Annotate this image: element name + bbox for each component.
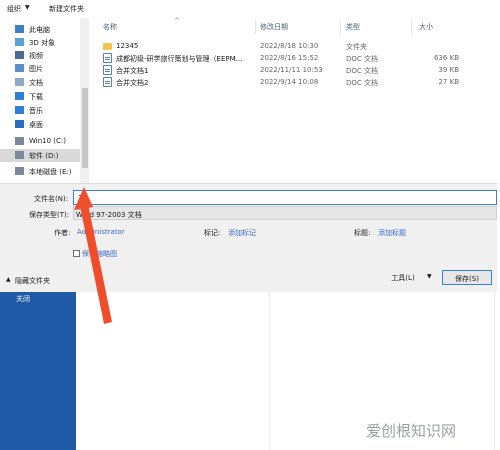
nav-item-label: 本地磁盘 (E:) xyxy=(29,168,72,176)
file-row[interactable]: 12345 2022/8/18 10:30 文件夹 xyxy=(89,40,497,52)
nav-item[interactable]: 桌面 xyxy=(0,118,80,131)
nav-item[interactable]: 图片 xyxy=(0,62,80,75)
doc-file-icon xyxy=(103,65,112,75)
nav-item[interactable]: 此电脑 xyxy=(0,23,80,36)
nav-item-label: 图片 xyxy=(29,65,43,73)
column-header-modified[interactable]: 修改日期 xyxy=(260,22,288,32)
file-date: 2022/8/18 10:30 xyxy=(260,42,319,50)
document-icon xyxy=(15,78,24,86)
chevron-down-icon[interactable]: ▼ xyxy=(427,273,432,280)
add-tags-link[interactable]: 添加标记 xyxy=(228,228,256,238)
file-date: 2022/8/16 15:52 xyxy=(260,54,319,62)
nav-scrollbar-thumb[interactable] xyxy=(82,88,88,168)
nav-item[interactable]: 音乐 xyxy=(0,104,80,117)
sort-ascending-icon: ^ xyxy=(174,17,180,25)
new-folder-button[interactable]: 新建文件夹 xyxy=(49,4,84,14)
nav-item-label: 软件 (D:) xyxy=(29,152,59,160)
column-separator[interactable] xyxy=(411,20,412,34)
nav-item-label: 视频 xyxy=(29,52,43,60)
annotation-arrow xyxy=(74,187,112,324)
column-header-type[interactable]: 类型 xyxy=(346,22,360,32)
nav-item-label: 文档 xyxy=(29,79,43,87)
save-button[interactable]: 保存(S) xyxy=(442,270,492,285)
drive-icon xyxy=(15,137,24,145)
music-icon xyxy=(15,106,24,114)
column-header-size[interactable]: 大小 xyxy=(419,22,433,32)
column-header-name[interactable]: 名称 xyxy=(103,22,117,32)
navigation-pane: 此电脑 3D 对象视频图片文档下载音乐桌面 Win10 (C:) 软件 (D:) 本地磁… xyxy=(0,18,89,183)
file-name: 合并文档1 xyxy=(116,67,149,75)
file-type: DOC 文档 xyxy=(346,55,379,63)
file-name: 12345 xyxy=(116,42,139,50)
file-size: 636 KB xyxy=(434,54,459,62)
nav-item[interactable]: 软件 (D:) xyxy=(0,149,80,162)
file-date: 2022/9/14 10:08 xyxy=(260,78,319,86)
dialog-toolbar: 组织 ▼ 新建文件夹 xyxy=(0,0,497,18)
folder-icon xyxy=(103,43,112,50)
column-separator[interactable] xyxy=(340,20,341,34)
tags-label: 标记: xyxy=(204,229,221,237)
column-separator[interactable] xyxy=(255,20,256,34)
chevron-up-icon[interactable]: ▲ xyxy=(6,276,11,283)
nav-item[interactable]: Win10 (C:) xyxy=(0,135,80,148)
download-icon xyxy=(15,92,24,100)
nav-item[interactable]: 下载 xyxy=(0,90,80,103)
cube-icon xyxy=(15,38,24,46)
doc-file-icon xyxy=(103,77,112,87)
nav-item[interactable]: 3D 对象 xyxy=(0,36,80,49)
nav-item[interactable]: 视频 xyxy=(0,49,80,62)
file-name: 合并文档2 xyxy=(116,79,149,87)
file-size: 27 KB xyxy=(438,78,459,86)
watermark: 爱创根知识网 xyxy=(366,422,457,440)
file-date: 2022/11/11 10:53 xyxy=(260,66,323,74)
nav-item-label: 3D 对象 xyxy=(29,39,56,47)
chevron-down-icon[interactable]: ▼ xyxy=(25,4,30,11)
nav-item[interactable]: 本地磁盘 (E:) xyxy=(0,165,80,178)
file-type: 文件夹 xyxy=(346,43,367,51)
nav-item[interactable]: 文档 xyxy=(0,76,80,89)
desktop-icon xyxy=(15,120,24,128)
title-label: 标题: xyxy=(354,229,371,237)
backstage-close-item[interactable]: 关闭 xyxy=(16,294,30,304)
file-row[interactable]: 合并文档2 2022/9/14 10:08 DOC 文档 27 KB xyxy=(89,76,497,88)
nav-item-label: 桌面 xyxy=(29,121,43,129)
file-row[interactable]: 合并文档1 2022/11/11 10:53 DOC 文档 39 KB xyxy=(89,64,497,76)
nav-item-label: Win10 (C:) xyxy=(29,137,66,145)
file-list: 名称 ^ 修改日期 类型 大小 12345 2022/8/18 10:30 文件夹成… xyxy=(89,17,497,183)
organize-button[interactable]: 组织 xyxy=(7,4,21,14)
computer-icon xyxy=(15,25,24,33)
tools-button[interactable]: 工具(L) xyxy=(390,270,416,285)
drive-icon xyxy=(15,167,24,175)
file-row[interactable]: 成都初级-研学旅行策划与管理（EEPM... 2022/8/16 15:52 DOC… xyxy=(89,52,497,64)
drive-icon xyxy=(15,151,24,159)
hide-folders-button[interactable]: 隐藏文件夹 xyxy=(15,276,50,286)
file-name: 成都初级-研学旅行策划与管理（EEPM... xyxy=(116,55,243,63)
add-title-link[interactable]: 添加标题 xyxy=(378,228,406,238)
doc-file-icon xyxy=(103,53,112,63)
arrow-shaft xyxy=(80,204,112,324)
nav-item-label: 音乐 xyxy=(29,107,43,115)
file-type: DOC 文档 xyxy=(346,67,379,75)
video-icon xyxy=(15,51,24,59)
backstage-divider xyxy=(494,292,495,450)
backstage-divider xyxy=(269,292,270,450)
nav-item-label: 此电脑 xyxy=(29,26,50,34)
nav-item-label: 下载 xyxy=(29,93,43,101)
file-size: 39 KB xyxy=(438,66,459,74)
file-type: DOC 文档 xyxy=(346,79,379,87)
picture-icon xyxy=(15,64,24,72)
